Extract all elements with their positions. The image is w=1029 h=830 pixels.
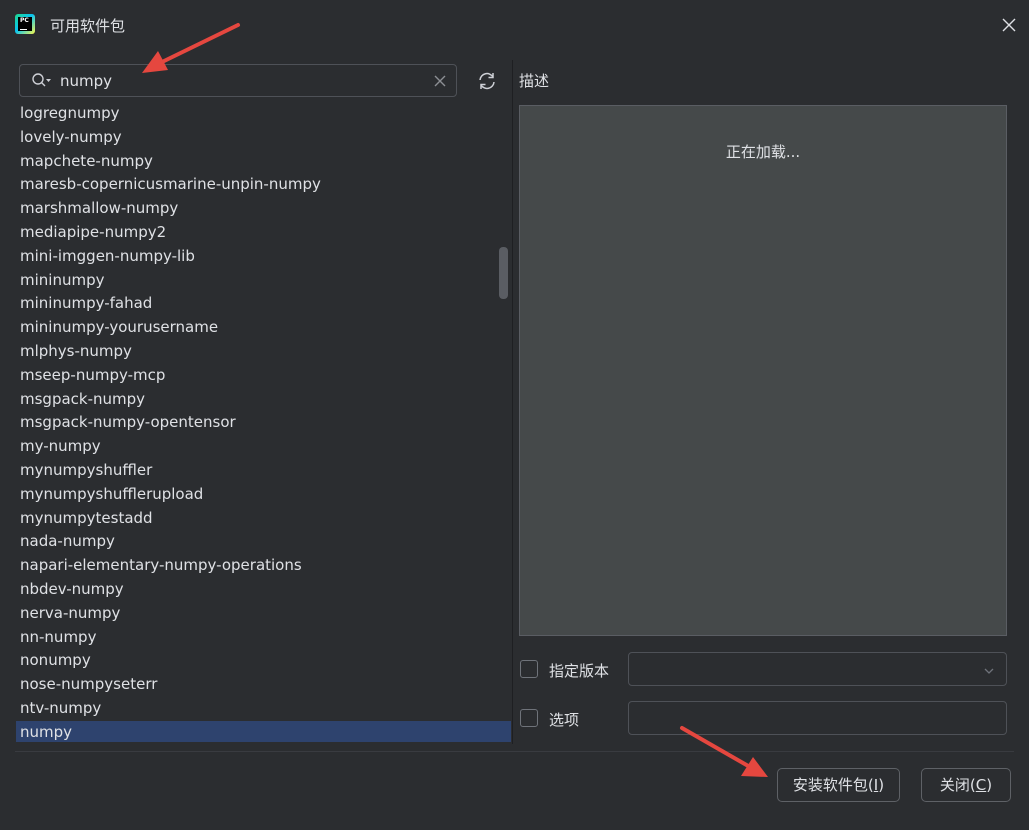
package-list-item[interactable]: mini-imggen-numpy-lib bbox=[16, 245, 511, 269]
package-list-item[interactable]: ntv-numpy bbox=[16, 697, 511, 721]
loading-text: 正在加载... bbox=[725, 143, 801, 161]
description-label: 描述 bbox=[519, 72, 550, 90]
package-list-item[interactable]: mynumpyshufflerupload bbox=[16, 483, 511, 507]
options-checkbox[interactable] bbox=[520, 709, 538, 727]
version-select[interactable] bbox=[628, 652, 1007, 686]
title-bar: PC 可用软件包 bbox=[0, 0, 1029, 48]
list-scrollbar-thumb[interactable] bbox=[499, 247, 508, 299]
package-list-item[interactable]: mininumpy bbox=[16, 269, 511, 293]
search-input[interactable] bbox=[60, 70, 420, 92]
close-icon[interactable] bbox=[996, 12, 1022, 38]
install-button-close-paren: ) bbox=[878, 776, 885, 794]
package-list-item[interactable]: nerva-numpy bbox=[16, 602, 511, 626]
package-list-item[interactable]: lovely-numpy bbox=[16, 126, 511, 150]
clear-search-icon[interactable] bbox=[433, 74, 447, 88]
specify-version-label: 指定版本 bbox=[549, 662, 610, 680]
package-list-item[interactable]: nada-numpy bbox=[16, 530, 511, 554]
package-list-item[interactable]: mininumpy-fahad bbox=[16, 292, 511, 316]
footer-divider bbox=[15, 751, 1014, 752]
install-package-button[interactable]: 安装软件包(I) bbox=[777, 768, 900, 802]
package-list-item[interactable]: my-numpy bbox=[16, 435, 511, 459]
package-list-item[interactable]: msgpack-numpy-opentensor bbox=[16, 411, 511, 435]
package-list-item[interactable]: nose-numpyseterr bbox=[16, 673, 511, 697]
window-title: 可用软件包 bbox=[50, 17, 126, 35]
search-icon[interactable] bbox=[31, 72, 53, 90]
specify-version-checkbox[interactable] bbox=[520, 660, 538, 678]
package-list-item[interactable]: numpy bbox=[16, 720, 511, 742]
options-label: 选项 bbox=[549, 711, 580, 729]
install-button-label: 安装软件包( bbox=[792, 776, 874, 794]
package-list-item[interactable]: nbdev-numpy bbox=[16, 578, 511, 602]
package-list-item[interactable]: napari-elementary-numpy-operations bbox=[16, 554, 511, 578]
package-list-item[interactable]: marshmallow-numpy bbox=[16, 197, 511, 221]
package-list-item[interactable]: msgpack-numpy bbox=[16, 388, 511, 412]
close-mnemonic: C bbox=[975, 776, 987, 794]
package-list-item[interactable]: mynumpytestadd bbox=[16, 507, 511, 531]
package-list-item[interactable]: mseep-numpy-mcp bbox=[16, 364, 511, 388]
refresh-icon[interactable] bbox=[476, 70, 498, 92]
pycharm-logo-icon: PC bbox=[15, 14, 35, 34]
options-input[interactable] bbox=[628, 701, 1007, 735]
package-list[interactable]: logregnumpy lovely-numpy mapchete-numpy mar… bbox=[15, 102, 512, 742]
close-button-label: 关闭( bbox=[939, 776, 976, 794]
description-panel: 正在加载... bbox=[519, 105, 1007, 636]
package-list-item[interactable]: mininumpy-yourusername bbox=[16, 316, 511, 340]
package-list-item[interactable]: maresb-copernicusmarine-unpin-numpy bbox=[16, 173, 511, 197]
chevron-down-icon bbox=[983, 663, 995, 675]
splitter[interactable] bbox=[512, 60, 513, 744]
package-list-item[interactable]: mlphys-numpy bbox=[16, 340, 511, 364]
package-list-item[interactable]: mapchete-numpy bbox=[16, 150, 511, 174]
package-list-item[interactable]: mediapipe-numpy2 bbox=[16, 221, 511, 245]
package-list-item[interactable]: logregnumpy bbox=[16, 102, 511, 126]
package-list-item[interactable]: mynumpyshuffler bbox=[16, 459, 511, 483]
close-button-close-paren: ) bbox=[986, 776, 993, 794]
search-box[interactable] bbox=[19, 64, 457, 97]
package-list-item[interactable]: nonumpy bbox=[16, 649, 511, 673]
package-list-item[interactable]: nn-numpy bbox=[16, 626, 511, 650]
close-button[interactable]: 关闭(C) bbox=[921, 768, 1011, 802]
